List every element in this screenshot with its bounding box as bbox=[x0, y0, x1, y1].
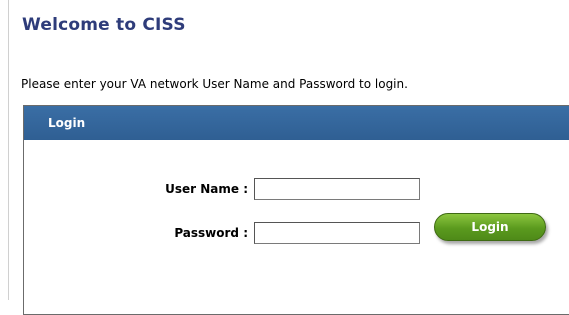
page-container: Welcome to CISS Please enter your VA net… bbox=[8, 0, 569, 315]
login-panel: Login User Name : Password : Login bbox=[23, 105, 569, 315]
login-instructions: Please enter your VA network User Name a… bbox=[21, 77, 408, 91]
username-input[interactable] bbox=[254, 178, 420, 200]
username-row: User Name : bbox=[142, 178, 420, 200]
login-button[interactable]: Login bbox=[434, 213, 546, 241]
password-input[interactable] bbox=[254, 222, 420, 244]
page-title: Welcome to CISS bbox=[22, 15, 186, 35]
login-panel-header: Login bbox=[24, 106, 569, 140]
username-label: User Name : bbox=[165, 182, 248, 196]
login-panel-title: Login bbox=[48, 116, 86, 130]
password-row: Password : bbox=[142, 222, 420, 244]
password-label: Password : bbox=[174, 226, 248, 240]
